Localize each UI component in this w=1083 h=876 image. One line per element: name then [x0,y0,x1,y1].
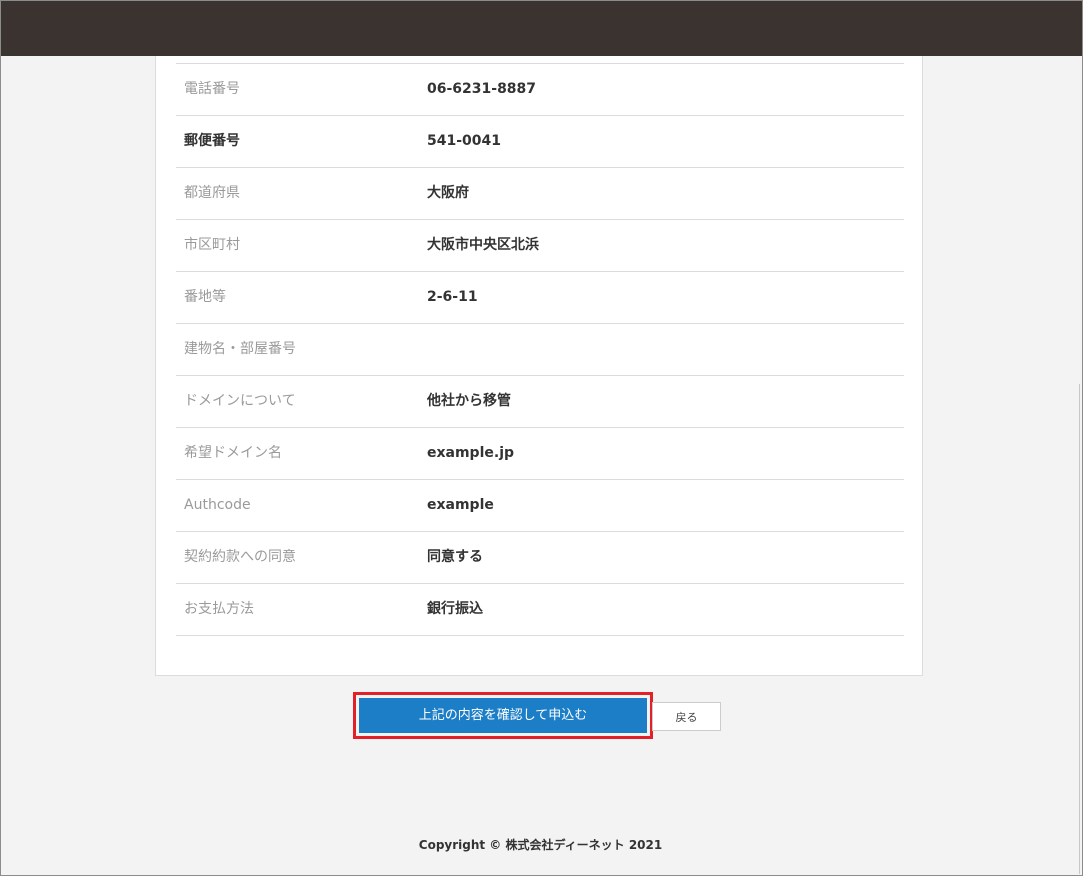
scrollbar-track[interactable] [1079,384,1080,874]
row-value: 同意する [427,549,483,565]
row-value: 2-6-11 [427,289,478,305]
row-label: 都道府県 [184,185,240,201]
row-domain-option: ドメインについて 他社から移管 [176,376,904,428]
confirmation-card: 電話番号 06-6231-8887 郵便番号 541-0041 都道府県 大阪府… [155,56,923,676]
row-label: 契約約款への同意 [184,549,296,565]
confirmation-table: 電話番号 06-6231-8887 郵便番号 541-0041 都道府県 大阪府… [176,63,904,636]
row-value: example.jp [427,445,515,461]
row-label: ドメインについて [184,393,296,409]
row-city: 市区町村 大阪市中央区北浜 [176,220,904,272]
row-value: example [427,497,494,513]
row-prefecture: 都道府県 大阪府 [176,168,904,220]
copyright-footer: Copyright © 株式会社ディーネット 2021 [418,838,663,852]
row-value: 大阪府 [427,185,469,201]
row-authcode: Authcode example [176,480,904,532]
row-label: 建物名・部屋番号 [184,341,296,357]
row-label: Authcode [184,497,251,513]
row-label: 市区町村 [184,237,240,253]
row-value: 他社から移管 [427,393,511,409]
row-postal-code: 郵便番号 541-0041 [176,116,904,168]
row-value: 541-0041 [427,133,501,149]
row-terms-agreement: 契約約款への同意 同意する [176,532,904,584]
row-label: お支払方法 [184,601,254,617]
row-street-address: 番地等 2-6-11 [176,272,904,324]
row-value: 銀行振込 [427,601,483,617]
row-domain-name: 希望ドメイン名 example.jp [176,428,904,480]
submit-application-button[interactable]: 上記の内容を確認して申込む [359,698,647,733]
row-phone: 電話番号 06-6231-8887 [176,64,904,116]
back-button[interactable]: 戻る [652,702,721,731]
row-value: 大阪市中央区北浜 [427,237,539,253]
row-building: 建物名・部屋番号 [176,324,904,376]
row-value: 06-6231-8887 [427,81,537,97]
row-payment-method: お支払方法 銀行振込 [176,584,904,636]
row-label: 電話番号 [184,81,240,97]
row-label: 希望ドメイン名 [184,445,282,461]
row-label: 郵便番号 [184,133,240,149]
site-header-bar [1,1,1082,56]
row-label: 番地等 [184,289,226,305]
